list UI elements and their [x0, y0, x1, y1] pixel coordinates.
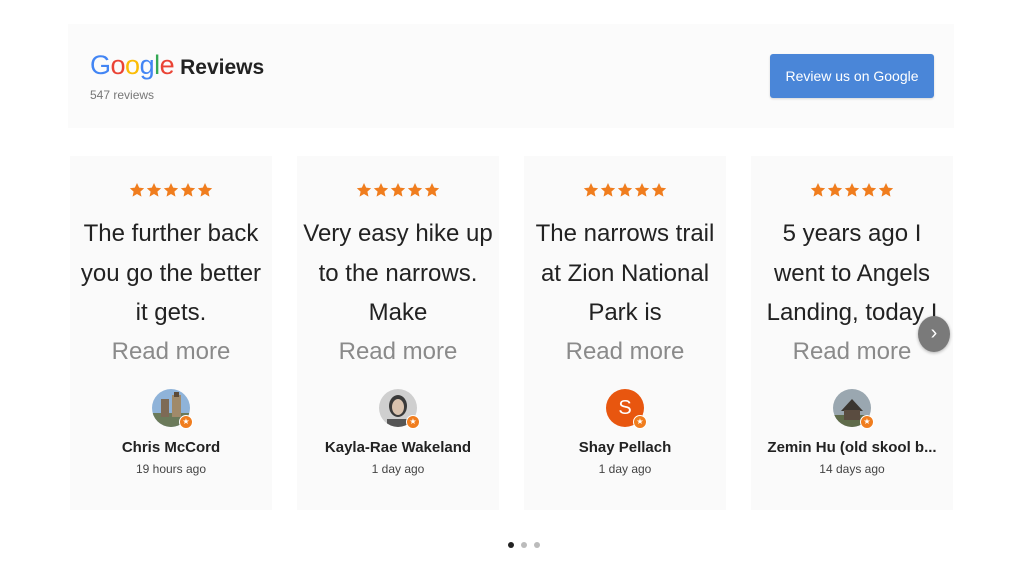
avatar[interactable]: ★ [152, 389, 193, 429]
reviews-header: Google Reviews 547 reviews Review us on … [68, 24, 954, 128]
avatar[interactable]: ★ [833, 389, 874, 429]
avatar[interactable]: ★ [379, 389, 420, 429]
review-us-button[interactable]: Review us on Google [770, 54, 934, 98]
chevron-right-icon[interactable]: › [918, 316, 950, 352]
review-card: Very easy hike up to the narrows. Make R… [297, 156, 499, 510]
star-icon [180, 182, 196, 198]
local-guide-badge-icon: ★ [406, 415, 420, 429]
review-card: The narrows trail at Zion National Park … [524, 156, 726, 510]
star-icon [129, 182, 145, 198]
star-icon [197, 182, 213, 198]
star-rating [751, 182, 953, 204]
pagination-dot[interactable] [534, 542, 540, 548]
reviewer-name[interactable]: Zemin Hu (old skool b... [751, 439, 953, 456]
header-title: Reviews [180, 56, 265, 79]
read-more-link[interactable]: Read more [70, 332, 272, 371]
reviewer-name[interactable]: Kayla-Rae Wakeland [297, 439, 499, 456]
review-time: 1 day ago [371, 462, 425, 476]
avatar[interactable]: S ★ [606, 389, 647, 429]
review-text: The narrows trail at Zion National Park … [535, 220, 715, 326]
star-icon [827, 182, 843, 198]
read-more-link[interactable]: Read more [297, 332, 499, 371]
star-icon [583, 182, 599, 198]
star-icon [844, 182, 860, 198]
review-time: 19 hours ago [135, 462, 207, 476]
reviewer-name[interactable]: Shay Pellach [524, 439, 726, 456]
star-icon [810, 182, 826, 198]
review-card: The further back you go the better it ge… [70, 156, 272, 510]
star-icon [600, 182, 616, 198]
star-icon [617, 182, 633, 198]
carousel-pagination [508, 542, 540, 548]
review-time: 1 day ago [598, 462, 652, 476]
star-icon [146, 182, 162, 198]
star-icon [861, 182, 877, 198]
reviewer-name[interactable]: Chris McCord [70, 439, 272, 456]
star-icon [356, 182, 372, 198]
pagination-dot[interactable] [508, 542, 514, 548]
pagination-dot[interactable] [521, 542, 527, 548]
star-icon [373, 182, 389, 198]
star-rating [70, 182, 272, 204]
star-icon [424, 182, 440, 198]
star-icon [390, 182, 406, 198]
local-guide-badge-icon: ★ [860, 415, 874, 429]
google-reviews-brand: Google Reviews [90, 50, 264, 81]
star-icon [407, 182, 423, 198]
read-more-link[interactable]: Read more [524, 332, 726, 371]
star-icon [163, 182, 179, 198]
local-guide-badge-icon: ★ [633, 415, 647, 429]
star-rating [524, 182, 726, 204]
review-text: 5 years ago I went to Angels Landing, to… [766, 220, 938, 326]
star-icon [878, 182, 894, 198]
google-logo: Google [90, 50, 175, 80]
star-icon [651, 182, 667, 198]
local-guide-badge-icon: ★ [179, 415, 193, 429]
review-time: 14 days ago [819, 462, 885, 476]
review-text: Very easy hike up to the narrows. Make [303, 220, 493, 326]
review-text: The further back you go the better it ge… [80, 220, 262, 326]
star-rating [297, 182, 499, 204]
star-icon [634, 182, 650, 198]
review-count: 547 reviews [90, 88, 155, 102]
